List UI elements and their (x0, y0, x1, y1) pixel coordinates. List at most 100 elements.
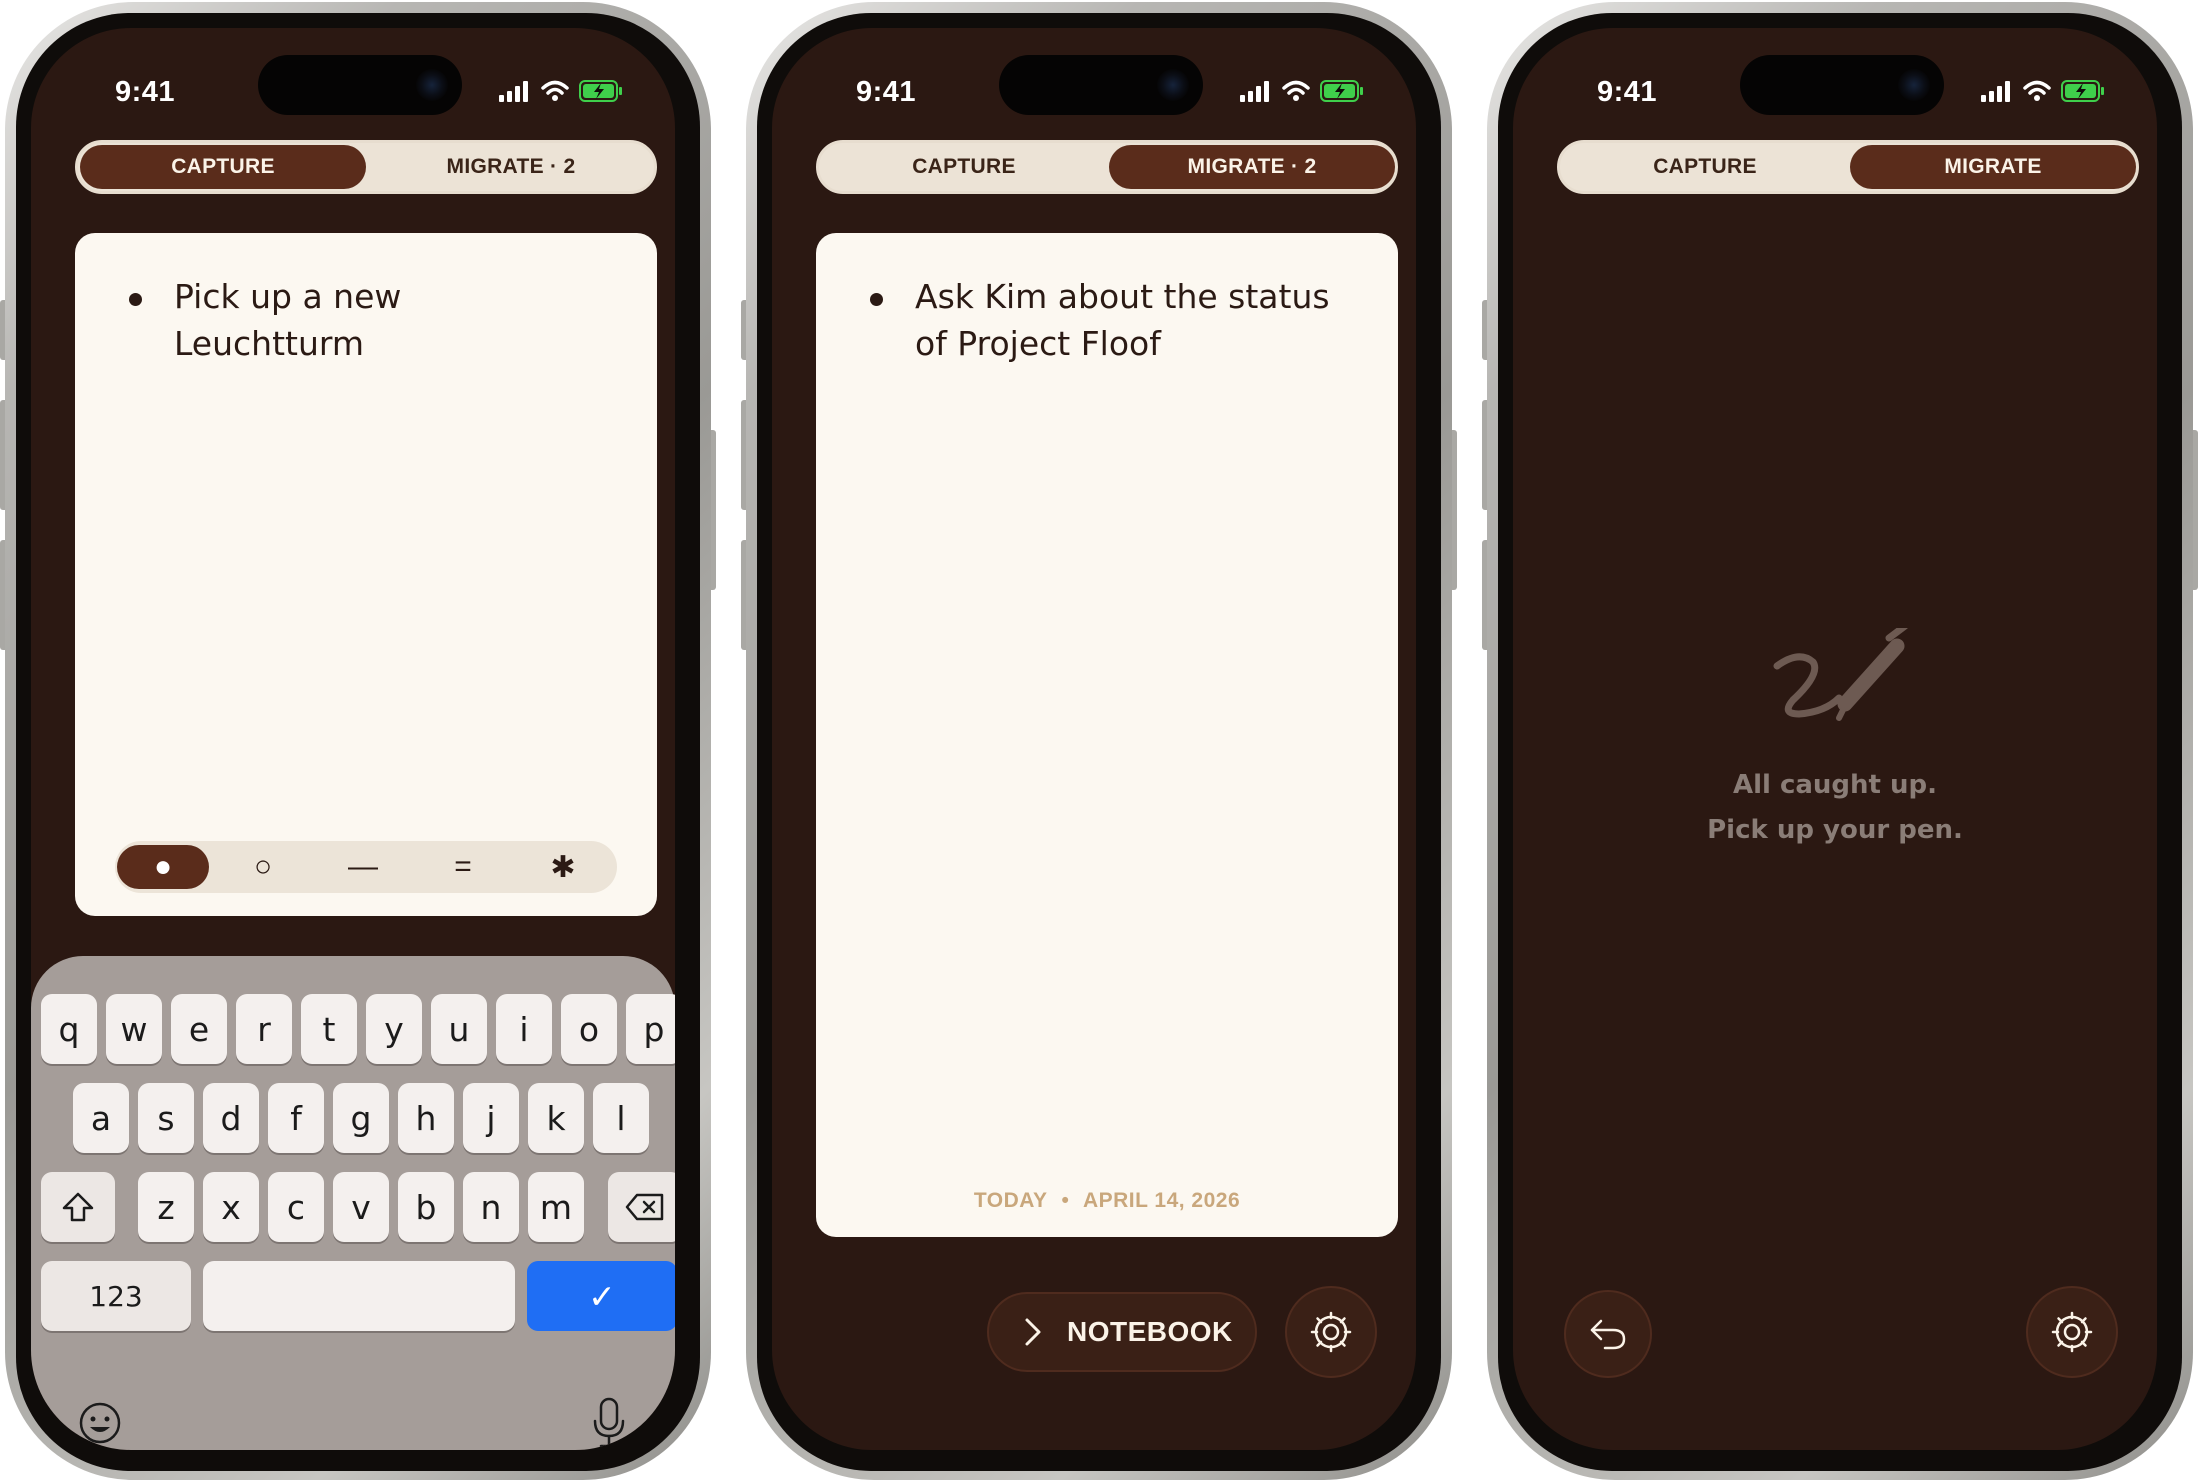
key-y[interactable]: y (366, 994, 422, 1064)
settings-icon (1310, 1311, 1352, 1353)
mode-switcher: CAPTURE MIGRATE · 2 (75, 140, 657, 194)
dynamic-island (999, 55, 1203, 115)
bullet-type-event[interactable]: ○ (217, 845, 309, 889)
note-text[interactable]: Pick up a new Leuchtturm (174, 273, 474, 367)
bullet-type-note[interactable]: — (317, 845, 409, 889)
front-camera (1898, 69, 1930, 101)
confirm-key[interactable]: ✓ (527, 1261, 675, 1331)
shift-key[interactable] (41, 1172, 115, 1242)
status-icons (1981, 80, 2105, 102)
bullet-dot-icon (870, 293, 883, 306)
key-v[interactable]: v (333, 1172, 389, 1242)
note-card[interactable]: Pick up a new Leuchtturm ● ○ — = ✱ (75, 233, 657, 916)
status-icons (499, 80, 623, 102)
tab-migrate[interactable]: MIGRATE · 2 (368, 145, 654, 189)
empty-state-line1: All caught up. (1732, 770, 1938, 800)
wifi-icon (2023, 80, 2051, 101)
phone-migrate-card: 9:41 CAPTURE MIGRATE · 2 Ask Kim about t… (741, 0, 1457, 1484)
tab-migrate[interactable]: MIGRATE (1850, 145, 2136, 189)
front-camera (1157, 69, 1189, 101)
key-g[interactable]: g (333, 1083, 389, 1153)
key-e[interactable]: e (171, 994, 227, 1064)
delete-key[interactable] (608, 1172, 675, 1242)
settings-icon (2051, 1311, 2093, 1353)
key-o[interactable]: o (561, 994, 617, 1064)
chevron-right-icon (1025, 1318, 1041, 1346)
key-q[interactable]: q (41, 994, 97, 1064)
empty-state-message: All caught up. Pick up your pen. (1513, 763, 2157, 853)
date-separator: • (1061, 1189, 1070, 1212)
space-key[interactable] (203, 1261, 515, 1331)
shift-icon (62, 1192, 94, 1222)
settings-button[interactable] (2026, 1286, 2118, 1378)
migrate-entry: Ask Kim about the status of Project Floo… (870, 273, 1358, 367)
notebook-label: NOTEBOOK (1067, 1316, 1233, 1347)
key-h[interactable]: h (398, 1083, 454, 1153)
bullet-type-task[interactable]: ● (117, 845, 209, 889)
migrate-card[interactable]: Ask Kim about the status of Project Floo… (816, 233, 1398, 1237)
key-d[interactable]: d (203, 1083, 259, 1153)
key-b[interactable]: b (398, 1172, 454, 1242)
emoji-icon[interactable] (77, 1400, 123, 1446)
key-n[interactable]: n (463, 1172, 519, 1242)
signal-icon (1981, 81, 2010, 102)
status-time: 9:41 (115, 76, 176, 108)
undo-button[interactable] (1564, 1290, 1652, 1378)
tab-migrate[interactable]: MIGRATE · 2 (1109, 145, 1395, 189)
phone-screen: 9:41 CAPTURE MIGRATE · 2 Ask Kim about t… (772, 28, 1416, 1450)
signal-icon (499, 81, 528, 102)
tab-capture[interactable]: CAPTURE (80, 145, 366, 189)
key-j[interactable]: j (463, 1083, 519, 1153)
bullet-type-equal[interactable]: = (417, 845, 509, 889)
battery-charging-icon (1320, 80, 1363, 102)
tab-capture[interactable]: CAPTURE (821, 145, 1107, 189)
status-icons (1240, 80, 1364, 102)
dynamic-island (1740, 55, 1944, 115)
key-t[interactable]: t (301, 994, 357, 1064)
battery-charging-icon (2061, 80, 2104, 102)
key-p[interactable]: p (626, 994, 675, 1064)
key-s[interactable]: s (138, 1083, 194, 1153)
wifi-icon (1282, 80, 1310, 101)
note-entry[interactable]: Pick up a new Leuchtturm (129, 273, 617, 367)
key-l[interactable]: l (593, 1083, 649, 1153)
phone-migrate-empty: 9:41 CAPTURE MIGRATE All caught up. Pick… (1482, 0, 2198, 1484)
phone-screen: 9:41 CAPTURE MIGRATE · 2 Pick up a new L… (31, 28, 675, 1450)
key-c[interactable]: c (268, 1172, 324, 1242)
numbers-key[interactable]: 123 (41, 1261, 191, 1331)
signal-icon (1240, 81, 1269, 102)
settings-button[interactable] (1285, 1286, 1377, 1378)
front-camera (416, 69, 448, 101)
date-label: TODAY (973, 1189, 1048, 1212)
keyboard: q w e r t y u i o p a s d f g h j k l z … (31, 956, 675, 1450)
key-k[interactable]: k (528, 1083, 584, 1153)
key-m[interactable]: m (528, 1172, 584, 1242)
phone-screen: 9:41 CAPTURE MIGRATE All caught up. Pick… (1513, 28, 2157, 1450)
mode-switcher: CAPTURE MIGRATE (1557, 140, 2139, 194)
key-i[interactable]: i (496, 994, 552, 1064)
key-a[interactable]: a (73, 1083, 129, 1153)
date-value: APRIL 14, 2026 (1082, 1189, 1241, 1212)
bullet-type-priority[interactable]: ✱ (517, 845, 609, 889)
entry-date: TODAY • APRIL 14, 2026 (816, 1189, 1398, 1213)
wifi-icon (541, 80, 569, 101)
key-f[interactable]: f (268, 1083, 324, 1153)
undo-icon (1590, 1319, 1626, 1350)
key-w[interactable]: w (106, 994, 162, 1064)
mic-icon[interactable] (591, 1396, 627, 1450)
key-r[interactable]: r (236, 994, 292, 1064)
tab-capture[interactable]: CAPTURE (1562, 145, 1848, 189)
battery-charging-icon (579, 80, 622, 102)
key-u[interactable]: u (431, 994, 487, 1064)
phone-capture-editing: 9:41 CAPTURE MIGRATE · 2 Pick up a new L… (0, 0, 716, 1484)
pen-scribble-icon (1773, 628, 1908, 721)
delete-icon (625, 1193, 664, 1221)
status-time: 9:41 (856, 76, 917, 108)
bullet-dot-icon (129, 293, 142, 306)
key-z[interactable]: z (138, 1172, 194, 1242)
key-x[interactable]: x (203, 1172, 259, 1242)
bullet-type-picker: ● ○ — = ✱ (115, 841, 617, 893)
empty-state-line2: Pick up your pen. (1707, 815, 1963, 845)
notebook-button[interactable]: NOTEBOOK (987, 1292, 1257, 1372)
migrate-text: Ask Kim about the status of Project Floo… (915, 277, 1330, 363)
